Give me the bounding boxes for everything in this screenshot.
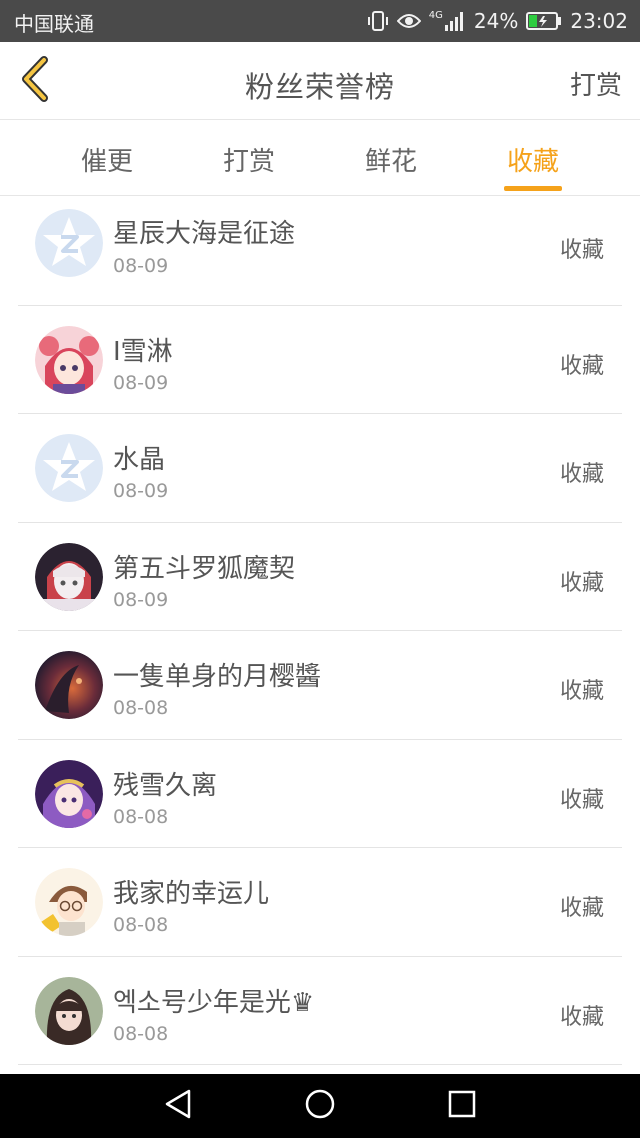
avatar	[35, 976, 103, 1045]
fan-date: 08-08	[113, 1022, 169, 1045]
action-label: 收藏	[559, 787, 604, 813]
anime-avatar-glasses	[35, 868, 103, 936]
action-label: 收藏	[559, 238, 604, 263]
list-item[interactable]: 残雪久离 08-08 收藏	[18, 740, 622, 848]
fan-date: 08-08	[113, 914, 169, 936]
back-triangle-icon	[163, 1088, 193, 1124]
fan-name: 一隻单身的月樱醬	[113, 662, 322, 692]
list-item[interactable]: 星辰大海是征途 08-09 收藏	[18, 197, 622, 306]
list-item[interactable]: 一隻单身的月樱醬 08-08 收藏	[18, 631, 622, 740]
action-label: 收藏	[559, 679, 604, 704]
tab-bar: 催更 打赏 鲜花 收藏	[0, 121, 640, 196]
default-avatar-icon	[35, 209, 103, 277]
vibrate-icon	[367, 10, 389, 32]
header: 粉丝荣誉榜 打赏	[0, 42, 640, 120]
carrier-label: 中国联通	[14, 12, 94, 36]
avatar	[35, 325, 103, 394]
avatar	[35, 651, 103, 719]
fan-date: 08-09	[113, 480, 169, 502]
network-type-label: 4G	[428, 10, 443, 21]
active-tab-indicator	[504, 186, 562, 191]
list-item[interactable]: 水晶 08-09 收藏	[18, 414, 622, 523]
action-label: 收藏	[559, 462, 604, 487]
fan-date: 08-09	[113, 371, 169, 394]
fan-name: 엑소号少年是光♛	[113, 987, 315, 1018]
fan-name: I雪淋	[113, 336, 173, 367]
action-label: 收藏	[559, 1004, 604, 1030]
action-label: 收藏	[559, 896, 604, 921]
fan-name: 星辰大海是征途	[113, 219, 296, 249]
tab-flowers[interactable]: 鲜花	[336, 141, 446, 178]
avatar	[35, 209, 103, 277]
signal-icon: 4G	[429, 11, 466, 31]
battery-icon	[526, 11, 562, 31]
nav-back-button[interactable]	[158, 1086, 198, 1126]
fan-name: 第五斗罗狐魔契	[113, 553, 296, 584]
avatar	[35, 434, 103, 502]
eye-icon	[396, 12, 421, 30]
list-item[interactable]: 我家的幸运儿 08-08 收藏	[18, 848, 622, 957]
action-label: 收藏	[559, 570, 604, 596]
fan-date: 08-09	[113, 588, 169, 611]
fan-date: 08-08	[113, 697, 169, 719]
fan-list: 星辰大海是征途 08-09 收藏 I雪淋 08-09 收藏 水晶 08-09 收…	[18, 197, 622, 1065]
avatar	[35, 542, 103, 611]
system-nav-bar	[0, 1074, 640, 1138]
anime-avatar-pink	[35, 325, 103, 394]
default-avatar-icon	[35, 434, 103, 502]
tab-reward[interactable]: 打赏	[194, 141, 304, 178]
list-item[interactable]: 第五斗罗狐魔契 08-09 收藏	[18, 523, 622, 631]
list-item[interactable]: I雪淋 08-09 收藏	[18, 306, 622, 414]
anime-avatar-white	[35, 542, 103, 611]
fan-name: 残雪久离	[113, 770, 218, 801]
nav-recents-button[interactable]	[442, 1086, 482, 1126]
page-title: 粉丝荣誉榜	[244, 70, 395, 104]
avatar	[35, 759, 103, 828]
fan-name: 水晶	[113, 445, 166, 475]
dark-avatar	[35, 651, 103, 719]
recents-square-icon	[447, 1089, 477, 1123]
fan-name: 我家的幸运儿	[113, 879, 270, 909]
photo-avatar	[35, 976, 103, 1045]
status-bar: 中国联通 4G 24% 23:02	[0, 0, 640, 42]
action-label: 收藏	[559, 353, 604, 379]
home-circle-icon	[304, 1088, 336, 1124]
clock: 23:02	[570, 9, 628, 33]
tab-urge[interactable]: 催更	[52, 141, 162, 178]
list-item[interactable]: 엑소号少年是光♛ 08-08 收藏	[18, 957, 622, 1065]
status-icons: 4G 24% 23:02	[367, 6, 628, 36]
avatar	[35, 868, 103, 936]
reward-button[interactable]: 打赏	[570, 65, 622, 102]
tab-favorites[interactable]: 收藏	[478, 141, 588, 178]
fan-date: 08-09	[113, 255, 169, 277]
battery-percent: 24%	[473, 9, 519, 33]
nav-home-button[interactable]	[300, 1086, 340, 1126]
fan-date: 08-08	[113, 805, 169, 828]
anime-avatar-purple	[35, 759, 103, 828]
